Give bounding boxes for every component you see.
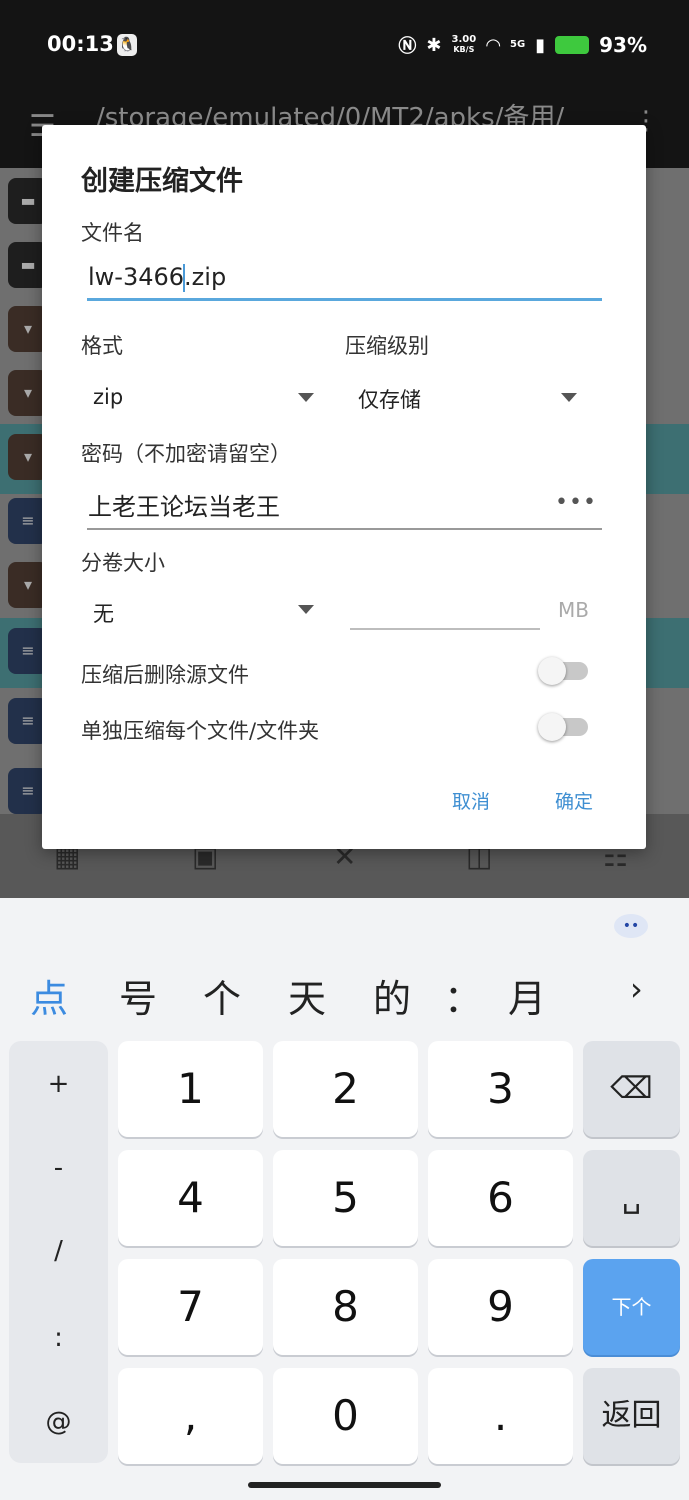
keyboard: •• 点 号 个 天 的 ： 月 › + - / : @ 1 2 3 ⌫ 4 5… <box>0 898 689 1500</box>
assistant-icon[interactable]: •• <box>614 914 648 938</box>
signal-label: 5G <box>510 39 526 50</box>
password-label: 密码（不加密请留空） <box>81 442 291 466</box>
filename-before-caret: lw-3466 <box>88 263 185 291</box>
digit-key[interactable]: 4 <box>118 1150 263 1246</box>
net-speed-unit: KB/S <box>453 45 475 54</box>
digit-key[interactable]: 1 <box>118 1041 263 1137</box>
toggle-knob <box>538 657 566 685</box>
ok-button[interactable]: 确定 <box>555 787 593 814</box>
digit-key[interactable]: 2 <box>273 1041 418 1137</box>
volume-dropdown-icon[interactable] <box>298 605 314 614</box>
password-underline <box>87 528 602 530</box>
symbol-key[interactable]: @ <box>9 1407 108 1437</box>
symbol-key[interactable]: : <box>9 1323 108 1353</box>
digit-key[interactable]: 3 <box>428 1041 573 1137</box>
level-label: 压缩级别 <box>345 334 429 358</box>
volume-select[interactable]: 无 <box>93 598 114 628</box>
digit-key[interactable]: 0 <box>273 1368 418 1464</box>
home-indicator[interactable] <box>248 1482 441 1488</box>
battery-percent: 93% <box>599 33 647 57</box>
volume-size-input[interactable] <box>352 595 537 625</box>
format-dropdown-icon[interactable] <box>298 393 314 402</box>
candidate-word[interactable]: 的 <box>373 968 411 1023</box>
status-time: 00:13 <box>47 32 114 56</box>
next-key[interactable]: 下个 <box>583 1259 680 1355</box>
symbol-column: + - / : @ <box>9 1041 108 1463</box>
back-key[interactable]: 返回 <box>583 1368 680 1464</box>
digit-key[interactable]: 8 <box>273 1259 418 1355</box>
candidate-word[interactable]: ： <box>444 968 482 1023</box>
bluetooth-icon: ✱ <box>426 34 442 56</box>
candidate-word[interactable]: 号 <box>119 968 157 1023</box>
nfc-icon: Ⓝ <box>398 36 417 57</box>
space-key[interactable]: ␣ <box>583 1150 680 1246</box>
net-speed-value: 3.00 <box>451 34 477 45</box>
backspace-key[interactable]: ⌫ <box>583 1041 680 1137</box>
create-archive-dialog: 创建压缩文件 文件名 lw-3466.zip 格式 压缩级别 zip 仅存储 密… <box>42 125 646 849</box>
digit-key[interactable]: 5 <box>273 1150 418 1246</box>
expand-candidates-icon[interactable]: › <box>630 970 643 1008</box>
candidate-word[interactable]: 月 <box>508 968 546 1023</box>
level-select[interactable]: 仅存储 <box>358 384 421 414</box>
qq-notification-icon: 🐧 <box>117 34 137 56</box>
cell-signal-icon: ▮ <box>535 34 546 56</box>
candidate-word[interactable]: 个 <box>203 968 241 1023</box>
toggle-knob <box>538 713 566 741</box>
filename-input[interactable]: lw-3466.zip <box>88 263 226 292</box>
level-dropdown-icon[interactable] <box>561 393 577 402</box>
password-input[interactable]: 上老王论坛当老王 <box>88 487 280 522</box>
cancel-button[interactable]: 取消 <box>452 787 490 814</box>
digit-key[interactable]: 6 <box>428 1150 573 1246</box>
volume-size-underline <box>350 628 540 630</box>
filename-label: 文件名 <box>81 221 144 245</box>
dialog-title: 创建压缩文件 <box>81 166 243 197</box>
digit-key[interactable]: 9 <box>428 1259 573 1355</box>
delete-source-toggle[interactable] <box>538 657 590 685</box>
symbol-key[interactable]: - <box>9 1153 108 1183</box>
symbol-key[interactable]: / <box>9 1236 108 1266</box>
delete-source-label: 压缩后删除源文件 <box>81 663 249 687</box>
volume-label: 分卷大小 <box>81 551 165 575</box>
net-speed: 3.00 KB/S <box>452 35 477 55</box>
format-select[interactable]: zip <box>93 385 123 409</box>
comma-key[interactable]: , <box>118 1368 263 1464</box>
filename-underline <box>87 298 602 301</box>
status-bar: 00:13 🐧 Ⓝ ✱ 3.00 KB/S ◠ 5G ▮ 93% <box>0 0 689 90</box>
separate-compress-toggle[interactable] <box>538 713 590 741</box>
digit-key[interactable]: 7 <box>118 1259 263 1355</box>
separate-compress-label: 单独压缩每个文件/文件夹 <box>81 719 320 743</box>
status-indicators: Ⓝ ✱ 3.00 KB/S ◠ 5G ▮ 93% <box>398 32 647 58</box>
filename-after-caret: .zip <box>184 263 227 291</box>
password-visibility-icon[interactable]: ••• <box>555 490 597 515</box>
period-key[interactable]: . <box>428 1368 573 1464</box>
candidate-word[interactable]: 天 <box>288 968 326 1023</box>
volume-unit: MB <box>558 598 589 622</box>
battery-icon <box>555 36 590 54</box>
symbol-key[interactable]: + <box>9 1069 108 1099</box>
candidate-word[interactable]: 点 <box>30 968 68 1023</box>
format-label: 格式 <box>81 334 123 358</box>
wifi-icon: ◠ <box>486 34 501 56</box>
